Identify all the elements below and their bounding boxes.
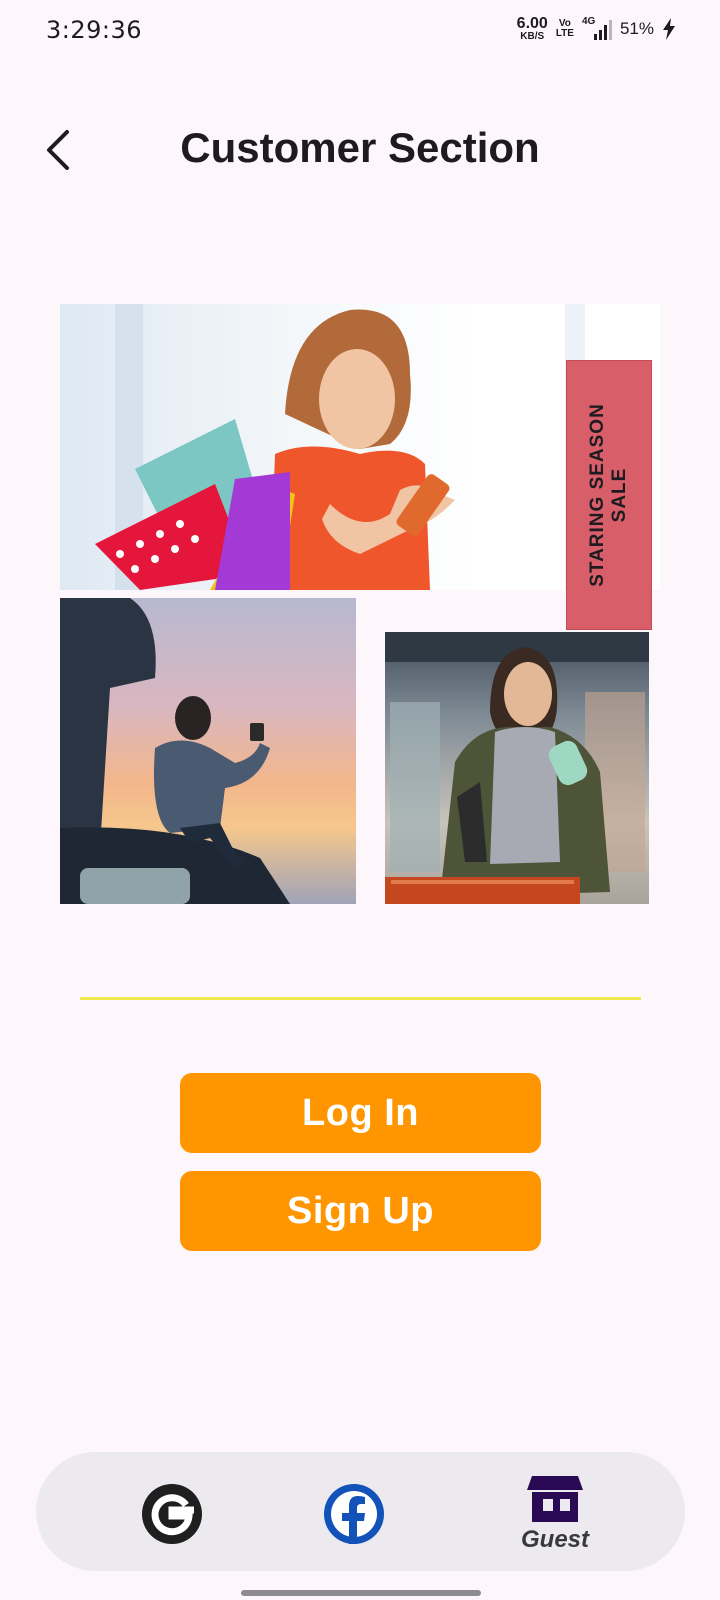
charging-icon (663, 18, 675, 40)
network-type: 4G (581, 16, 596, 27)
signal-icon: 4G (581, 16, 612, 40)
status-bar: 3:29:36 6.00 KB/S Vo LTE 4G 51% (0, 0, 720, 64)
status-icons: 6.00 KB/S Vo LTE 4G 51% (517, 16, 676, 42)
network-speed-unit: KB/S (520, 31, 545, 42)
volte-bottom: LTE (555, 28, 574, 39)
sale-banner: STARING SEASON SALE (566, 360, 652, 630)
google-login-button[interactable] (140, 1482, 204, 1546)
guest-button[interactable]: Guest (508, 1470, 602, 1560)
facebook-icon (324, 1484, 384, 1544)
sale-banner-text: STARING SEASON SALE (587, 403, 631, 587)
network-speed: 6.00 KB/S (516, 15, 548, 43)
bottom-navigation: Guest (36, 1452, 685, 1571)
page-title: Customer Section (180, 124, 540, 171)
woman-grocery-shopping-photo (385, 632, 649, 904)
facebook-login-button[interactable] (322, 1482, 386, 1546)
home-indicator[interactable] (241, 1590, 481, 1596)
guest-label: Guest (520, 1526, 589, 1553)
volte-icon: Vo LTE (556, 19, 574, 39)
status-time: 3:29:36 (46, 16, 143, 44)
store-icon (527, 1476, 583, 1522)
battery-percent: 51% (619, 19, 654, 38)
signup-button[interactable]: Sign Up (180, 1171, 541, 1251)
woman-on-van-at-sunset-photo (60, 598, 356, 904)
google-icon (142, 1484, 202, 1544)
divider (80, 997, 641, 1000)
login-button[interactable]: Log In (180, 1073, 541, 1153)
app-bar: Customer Section (0, 110, 720, 190)
network-speed-value: 6.00 (516, 15, 548, 32)
